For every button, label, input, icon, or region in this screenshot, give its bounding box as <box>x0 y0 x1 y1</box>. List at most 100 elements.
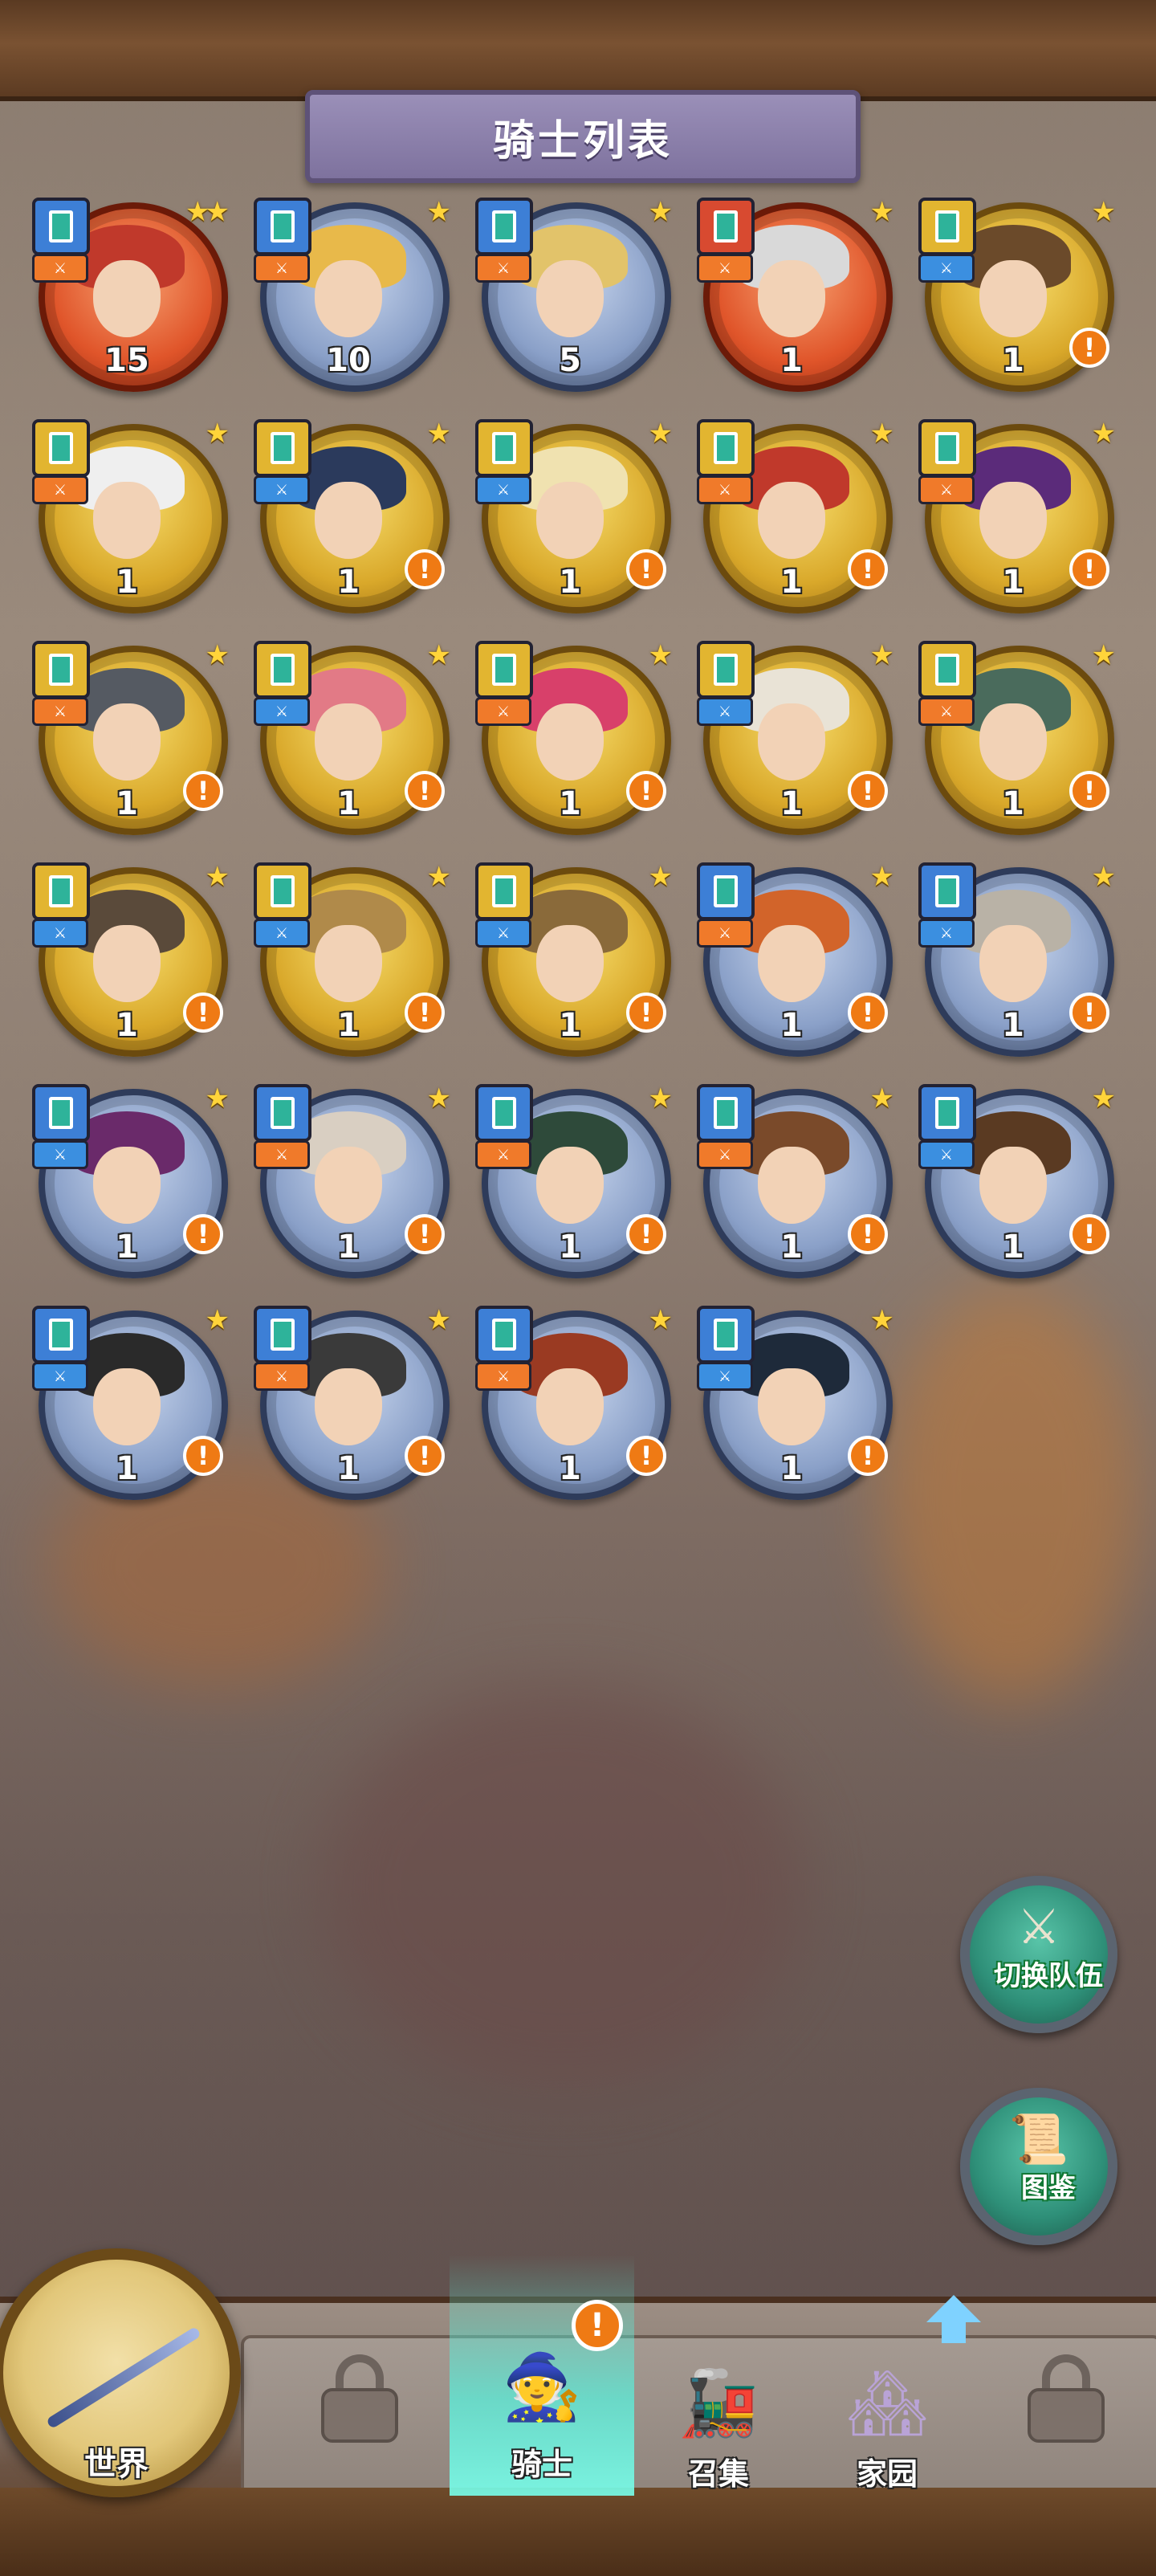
portrait-face <box>315 482 382 559</box>
alert-badge-icon: ! <box>1069 549 1109 589</box>
portrait-face <box>93 703 161 781</box>
knight-card[interactable]: ⚔ ★ 1 ! <box>689 636 910 858</box>
background-blob <box>321 1686 803 2088</box>
knight-card[interactable]: ⚔ ★ 1 ! <box>467 414 689 636</box>
knight-card[interactable]: ⚔ ★ 1 <box>24 414 246 636</box>
nav-tab-knights[interactable]: 🧙 骑士 <box>450 2255 634 2496</box>
knight-card[interactable]: ⚔ ★ 1 ! <box>467 1079 689 1301</box>
knight-card[interactable]: ⚔ ★ 1 ! <box>910 1079 1132 1301</box>
star-rating: ★ <box>648 1304 674 1336</box>
knight-card[interactable]: ⚔ ★ 1 ! <box>910 636 1132 858</box>
portrait-face <box>979 703 1047 781</box>
role-chip-icon: ⚔ <box>697 1362 753 1391</box>
portrait-face <box>93 925 161 1002</box>
alert-badge-icon: ! <box>1069 328 1109 368</box>
knight-card[interactable]: ⚔ ★ 1 ! <box>246 1301 467 1522</box>
knight-card[interactable]: ⚔ ★ 1 ! <box>689 1301 910 1522</box>
star-rating: ★ <box>205 418 230 450</box>
knight-card[interactable]: ⚔ ★ 1 ! <box>467 1301 689 1522</box>
knight-card[interactable]: ⚔ ★ 1 ! <box>24 1301 246 1522</box>
alert-badge-icon: ! <box>405 1214 445 1254</box>
alert-badge-icon: ! <box>183 1436 223 1476</box>
portrait-face <box>758 925 825 1002</box>
knight-card[interactable]: ⚔ ★ 1 ! <box>246 858 467 1079</box>
knight-card[interactable]: ⚔ ★ 1 ! <box>467 636 689 858</box>
nav-label-summon: 召集 <box>687 2456 749 2492</box>
class-badge-icon <box>254 641 311 699</box>
portrait-face <box>979 260 1047 337</box>
knight-card[interactable]: ⚔ ★ 1 ! <box>246 1079 467 1301</box>
knight-card[interactable]: ⚔ ★ 1 ! <box>24 1079 246 1301</box>
class-badge-icon <box>32 641 90 699</box>
alert-badge-icon: ! <box>848 549 888 589</box>
nav-label-knights: 骑士 <box>511 2447 572 2482</box>
top-wood-bar <box>0 0 1156 101</box>
knight-card[interactable]: ⚔ ★ 1 ! <box>689 414 910 636</box>
role-chip-icon: ⚔ <box>475 697 531 726</box>
knight-card[interactable]: ⚔ ★ 1 ! <box>910 193 1132 414</box>
portrait-face <box>979 1147 1047 1224</box>
class-badge-icon <box>697 862 755 920</box>
switch-team-button[interactable]: ⚔ 切换队伍 <box>960 1876 1117 2033</box>
alert-badge-icon: ! <box>183 771 223 811</box>
role-chip-icon: ⚔ <box>475 1362 531 1391</box>
portrait-face <box>536 1368 604 1445</box>
compass-needle-icon <box>46 2325 201 2430</box>
nav-tab-summon[interactable]: 🚂 召集 <box>626 2311 811 2504</box>
knight-card[interactable]: ⚔ ★ 1 ! <box>689 858 910 1079</box>
knight-card[interactable]: ⚔ ★ 1 ! <box>689 1079 910 1301</box>
knight-card[interactable]: ⚔ ★ 1 <box>689 193 910 414</box>
knight-card[interactable]: ⚔ ★ 1 ! <box>24 858 246 1079</box>
star-rating: ★ <box>426 861 452 893</box>
alert-badge-icon: ! <box>626 1214 666 1254</box>
portrait-face <box>758 482 825 559</box>
star-rating: ★ <box>869 1304 895 1336</box>
lock-icon <box>321 2354 398 2443</box>
portrait-face <box>93 1147 161 1224</box>
knight-card[interactable]: ⚔ ★ 1 ! <box>910 858 1132 1079</box>
alert-badge-icon: ! <box>848 771 888 811</box>
role-chip-icon: ⚔ <box>475 919 531 948</box>
knight-card[interactable]: ⚔ ★ 1 ! <box>467 858 689 1079</box>
role-chip-icon: ⚔ <box>32 1140 88 1169</box>
class-badge-icon <box>697 1306 755 1363</box>
role-chip-icon: ⚔ <box>918 475 975 504</box>
knight-card[interactable]: ⚔ ★★ 15 <box>24 193 246 414</box>
class-badge-icon <box>32 1084 90 1142</box>
upgrade-arrow-icon <box>926 2295 981 2322</box>
knight-card[interactable]: ⚔ ★ 1 ! <box>910 414 1132 636</box>
role-chip-icon: ⚔ <box>32 1362 88 1391</box>
knight-card[interactable]: ⚔ ★ 1 ! <box>246 414 467 636</box>
alert-badge-icon: ! <box>1069 771 1109 811</box>
knight-count: 10 <box>326 342 371 379</box>
class-badge-icon <box>475 419 533 477</box>
star-rating: ★ <box>426 1304 452 1336</box>
knight-card[interactable]: ⚔ ★ 1 ! <box>24 636 246 858</box>
knight-card[interactable]: ⚔ ★ 5 <box>467 193 689 414</box>
alert-badge-icon: ! <box>1069 992 1109 1033</box>
portrait-face <box>93 1368 161 1445</box>
class-badge-icon <box>32 198 90 255</box>
alert-badge-icon: ! <box>626 771 666 811</box>
class-badge-icon <box>918 419 976 477</box>
role-chip-icon: ⚔ <box>254 1140 310 1169</box>
knight-card[interactable]: ⚔ ★ 1 ! <box>246 636 467 858</box>
alert-badge-icon: ! <box>626 1436 666 1476</box>
portrait-face <box>315 925 382 1002</box>
role-chip-icon: ⚔ <box>475 1140 531 1169</box>
alert-badge-icon: ! <box>626 992 666 1033</box>
alert-badge-icon: ! <box>405 992 445 1033</box>
upgrade-arrow-stem <box>942 2322 966 2343</box>
alert-badge-icon: ! <box>405 1436 445 1476</box>
alert-badge-icon: ! <box>848 1214 888 1254</box>
portrait-face <box>536 1147 604 1224</box>
class-badge-icon <box>697 419 755 477</box>
knight-card[interactable]: ⚔ ★ 10 <box>246 193 467 414</box>
train-icon: 🚂 <box>678 2366 759 2440</box>
class-badge-icon <box>254 419 311 477</box>
nav-label-home: 家园 <box>856 2456 918 2492</box>
star-rating: ★ <box>648 418 674 450</box>
codex-button[interactable]: 📜 图鉴 <box>960 2088 1117 2245</box>
portrait-face <box>536 925 604 1002</box>
world-compass-button[interactable]: 世界 <box>0 2248 241 2497</box>
